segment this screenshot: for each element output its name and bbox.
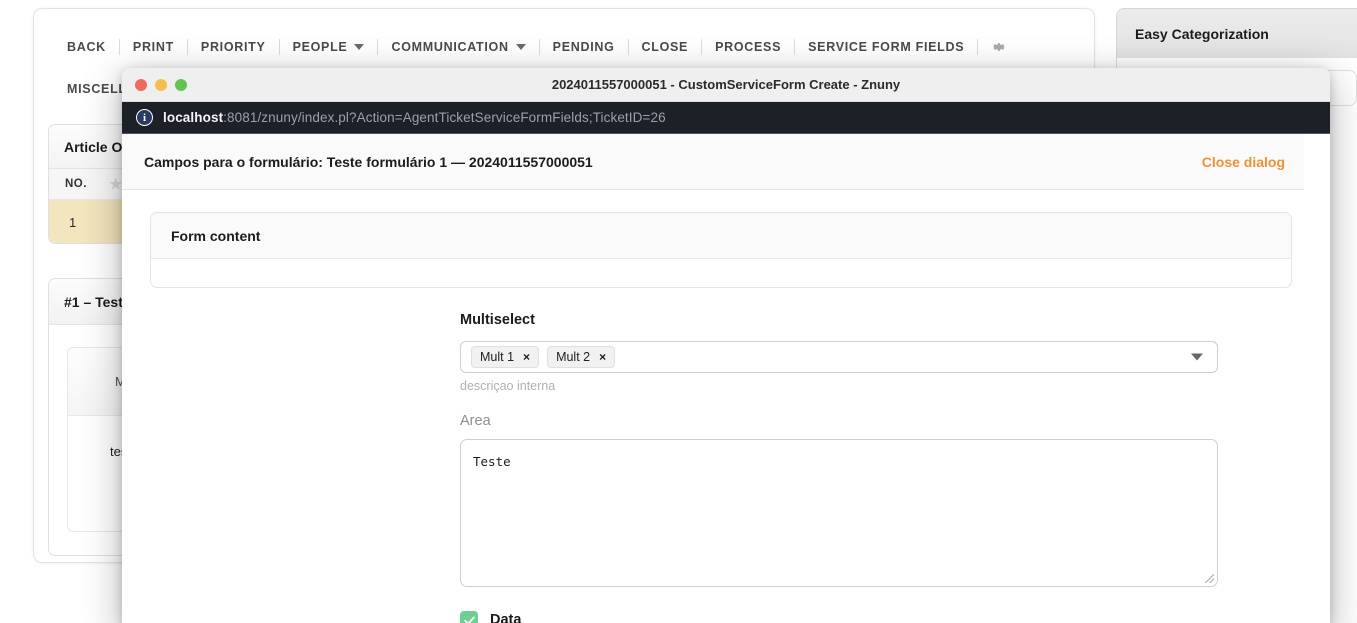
chip-label: Mult 2 xyxy=(556,350,591,364)
toolbar-item-pending[interactable]: PENDING xyxy=(540,40,628,54)
chip-remove-icon[interactable]: × xyxy=(523,350,530,364)
toolbar-item-label: PRINT xyxy=(132,40,174,54)
info-circle-icon[interactable]: i xyxy=(136,109,153,126)
window-title: 2024011557000051 - CustomServiceForm Cre… xyxy=(551,77,901,92)
dialog-header: Campos para o formulário: Teste formulár… xyxy=(122,134,1330,190)
area-label: Area xyxy=(460,413,491,429)
form-content-panel: Form content xyxy=(150,212,1292,288)
row-number: 1 xyxy=(69,214,77,230)
toolbar-item-label: PRIORITY xyxy=(200,40,266,54)
dialog-body: Campos para o formulário: Teste formulár… xyxy=(122,134,1330,623)
ticket-action-toolbar: BACK PRINT PRIORITY PEOPLE COMMUNICATION xyxy=(34,28,1094,66)
star-icon[interactable]: ★ xyxy=(109,175,123,193)
area-textarea[interactable]: Teste xyxy=(460,439,1218,587)
data-checkbox[interactable] xyxy=(460,611,478,623)
toolbar-item-label: BACK xyxy=(67,40,106,54)
toolbar-item-label: PROCESS xyxy=(715,40,782,54)
close-window-button[interactable] xyxy=(135,78,147,91)
multiselect-label: Multiselect xyxy=(460,312,535,328)
toolbar-item-print[interactable]: PRINT xyxy=(120,40,187,54)
sidebar-widget-title: Easy Categorization xyxy=(1135,25,1269,42)
data-checkbox-row[interactable]: Data xyxy=(460,611,1218,623)
dialog-right-gutter xyxy=(1304,134,1330,623)
form-content-panel-body xyxy=(151,259,1291,287)
chevron-down-icon xyxy=(515,44,526,50)
toolbar-item-service-form-fields[interactable]: SERVICE FORM FIELDS xyxy=(795,40,977,54)
toolbar-item-priority[interactable]: PRIORITY xyxy=(188,40,279,54)
browser-url-bar[interactable]: i localhost:8081/znuny/index.pl?Action=A… xyxy=(122,102,1330,134)
toolbar-item-label: COMMUNICATION xyxy=(391,40,509,54)
toolbar-item-communication[interactable]: COMMUNICATION xyxy=(378,40,538,54)
toolbar-item-people[interactable]: PEOPLE xyxy=(280,40,378,54)
toolbar-item-label: PENDING xyxy=(552,40,615,54)
toolbar-item-close[interactable]: CLOSE xyxy=(629,40,702,54)
zoom-window-button[interactable] xyxy=(175,78,187,91)
data-checkbox-label: Data xyxy=(490,612,522,623)
window-titlebar[interactable]: 2024011557000051 - CustomServiceForm Cre… xyxy=(122,68,1330,102)
check-icon xyxy=(463,616,475,623)
popup-browser-window: 2024011557000051 - CustomServiceForm Cre… xyxy=(122,68,1330,623)
multiselect-chip[interactable]: Mult 1 × xyxy=(471,346,540,368)
chevron-down-icon xyxy=(354,44,365,50)
toolbar-item-back[interactable]: BACK xyxy=(54,40,119,54)
minimize-window-button[interactable] xyxy=(155,78,167,91)
column-header-no: NO. xyxy=(65,178,87,190)
gear-icon xyxy=(991,39,1007,55)
url-text: localhost:8081/znuny/index.pl?Action=Age… xyxy=(163,110,666,125)
url-host: localhost xyxy=(163,110,224,125)
dialog-scroll-area: Form content Multiselect Mult 1 × Mult 2… xyxy=(122,190,1330,623)
toolbar-item-label: SERVICE FORM FIELDS xyxy=(808,40,965,54)
toolbar-item-label: PEOPLE xyxy=(292,40,348,54)
dialog-title: Campos para o formulário: Teste formulár… xyxy=(144,153,593,170)
toolbar-item-label: CLOSE xyxy=(641,40,689,54)
screen-root: BACK PRINT PRIORITY PEOPLE COMMUNICATION xyxy=(0,0,1357,623)
multiselect-input[interactable]: Mult 1 × Mult 2 × xyxy=(460,341,1218,373)
url-path: :8081/znuny/index.pl?Action=AgentTicketS… xyxy=(223,110,666,125)
multiselect-helper-text: descriçao interna xyxy=(460,379,556,393)
chip-remove-icon[interactable]: × xyxy=(599,350,606,364)
multiselect-chip[interactable]: Mult 2 × xyxy=(547,346,616,368)
window-traffic-lights xyxy=(122,78,187,91)
area-value: Teste xyxy=(473,454,511,469)
sidebar-widget-easy-categorization[interactable]: Easy Categorization xyxy=(1116,8,1357,58)
form-content-panel-title: Form content xyxy=(151,213,1291,259)
chevron-down-icon[interactable] xyxy=(1191,353,1203,361)
chip-label: Mult 1 xyxy=(480,350,515,364)
toolbar-settings-button[interactable] xyxy=(978,39,1020,55)
resize-handle[interactable] xyxy=(1205,574,1214,583)
toolbar-item-process[interactable]: PROCESS xyxy=(702,40,794,54)
form-fields: Multiselect Mult 1 × Mult 2 × descriçao … xyxy=(460,288,1218,623)
close-dialog-link[interactable]: Close dialog xyxy=(1202,154,1285,170)
